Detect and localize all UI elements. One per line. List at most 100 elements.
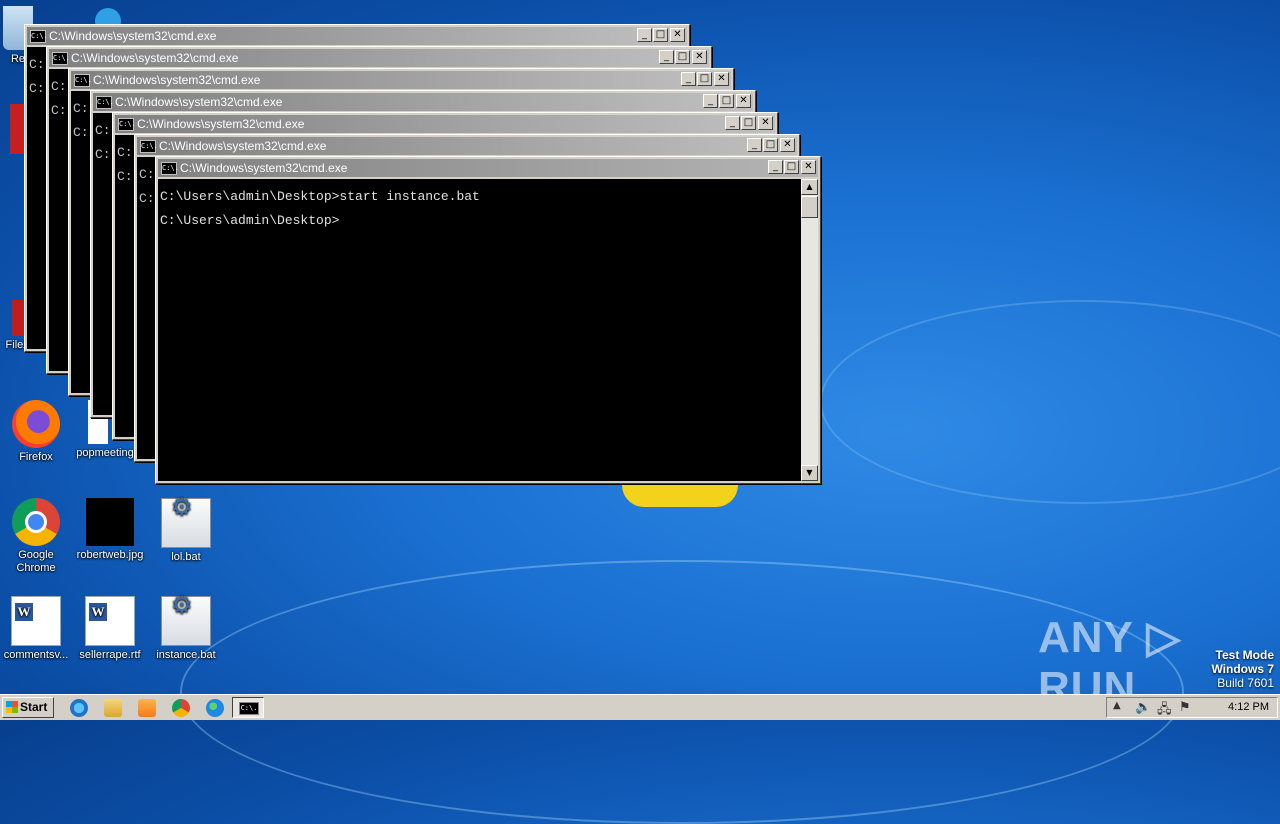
minimize-button[interactable]: _: [637, 28, 652, 42]
test-mode-line: Windows 7: [1211, 662, 1274, 676]
console-line: C:: [117, 145, 133, 160]
internet-explorer-icon[interactable]: [70, 699, 88, 717]
console-line: C:: [73, 125, 89, 140]
desktop-icon-instance-bat[interactable]: instance.bat: [149, 596, 223, 662]
show-hidden-icons-icon[interactable]: ▲: [1113, 700, 1121, 711]
window-titlebar[interactable]: C:\.C:\Windows\system32\cmd.exe _ □ ✕: [137, 137, 797, 155]
window-title: C:\Windows\system32\cmd.exe: [137, 117, 305, 131]
chrome-taskbar-icon[interactable]: [172, 699, 190, 717]
window-titlebar[interactable]: C:\.C:\Windows\system32\cmd.exe _ □ ✕: [115, 115, 775, 133]
word-document-icon: [85, 596, 135, 646]
maximize-button[interactable]: □: [784, 160, 799, 174]
start-button[interactable]: Start: [2, 697, 54, 718]
desktop-icon-label: Re: [10, 53, 26, 65]
scroll-thumb[interactable]: [801, 196, 818, 218]
maximize-button[interactable]: □: [653, 28, 668, 42]
close-button[interactable]: ✕: [801, 160, 816, 174]
scroll-up-button[interactable]: ▲: [801, 179, 818, 195]
minimize-button[interactable]: _: [703, 94, 718, 108]
test-mode-notice: Test Mode Windows 7 Build 7601: [1211, 648, 1274, 690]
close-button[interactable]: ✕: [758, 116, 773, 130]
console-line: C:: [139, 191, 155, 206]
desktop-icon-label: Firefox: [19, 451, 53, 463]
desktop-icon-label: robertweb.jpg: [76, 549, 144, 561]
desktop-icon-label: lol.bat: [171, 551, 201, 563]
wallpaper-flower: [622, 485, 738, 507]
window-titlebar[interactable]: C:\.C:\Windows\system32\cmd.exe _ □ ✕: [49, 49, 709, 67]
vertical-scrollbar[interactable]: ▲ ▼: [801, 179, 818, 481]
window-title: C:\Windows\system32\cmd.exe: [159, 139, 327, 153]
maximize-button[interactable]: □: [719, 94, 734, 108]
test-mode-line: Build 7601: [1217, 676, 1274, 690]
desktop-icon-commentsv[interactable]: commentsv...: [0, 596, 73, 662]
console-area[interactable]: C:\Users\admin\Desktop>start instance.ba…: [158, 179, 818, 481]
batch-file-icon: [161, 498, 211, 548]
window-title: C:\Windows\system32\cmd.exe: [49, 29, 217, 43]
desktop-icon-label: commentsv...: [3, 649, 69, 661]
cmd-taskbar-button[interactable]: C:\.: [232, 697, 264, 718]
cmd-icon: C:\.: [96, 96, 114, 109]
console-line: C:: [29, 57, 45, 72]
maximize-button[interactable]: □: [697, 72, 712, 86]
image-icon: [86, 498, 134, 546]
window-titlebar[interactable]: C:\.C:\Windows\system32\cmd.exe _ □ ✕: [158, 159, 818, 177]
maximize-button[interactable]: □: [763, 138, 778, 152]
close-button[interactable]: ✕: [692, 50, 707, 64]
start-label: Start: [20, 700, 48, 714]
window-title: C:\Windows\system32\cmd.exe: [71, 51, 239, 65]
console-line: C:\Users\admin\Desktop>start instance.ba…: [160, 189, 480, 204]
cmd-icon: C:\.: [161, 162, 179, 175]
console-line: C:: [29, 81, 45, 96]
minimize-button[interactable]: _: [725, 116, 740, 130]
desktop-icon-label: popmeeting: [76, 447, 134, 459]
minimize-button[interactable]: _: [747, 138, 762, 152]
close-button[interactable]: ✕: [714, 72, 729, 86]
media-player-icon[interactable]: [138, 699, 156, 717]
firefox-icon: [12, 400, 60, 448]
scroll-down-button[interactable]: ▼: [801, 465, 818, 481]
cmd-icon: C:\.: [30, 30, 48, 43]
window-title: C:\Windows\system32\cmd.exe: [180, 161, 348, 175]
close-button[interactable]: ✕: [736, 94, 751, 108]
desktop-icon-robertweb[interactable]: robertweb.jpg: [73, 498, 147, 562]
console-line: C:: [95, 123, 111, 138]
maximize-button[interactable]: □: [675, 50, 690, 64]
cmd-window-active[interactable]: C:\.C:\Windows\system32\cmd.exe _ □ ✕ C:\U…: [155, 156, 821, 484]
cmd-icon: C:\.: [239, 702, 259, 715]
system-tray: ▲ 🔈 🖧 ⚑ 4:12 PM: [1106, 697, 1278, 718]
cmd-icon: C:\.: [140, 140, 158, 153]
desktop-icon-firefox[interactable]: Firefox: [0, 400, 73, 464]
test-mode-line: Test Mode: [1215, 648, 1274, 662]
volume-icon[interactable]: 🔈: [1135, 700, 1151, 715]
console-line: C:: [95, 147, 111, 162]
explorer-folder-icon[interactable]: [104, 699, 122, 717]
console-line: C:: [51, 79, 67, 94]
network-icon[interactable]: 🖧: [1157, 700, 1172, 722]
console-line: C:: [139, 167, 155, 182]
desktop-icon-label: instance.bat: [156, 649, 216, 661]
minimize-button[interactable]: _: [768, 160, 783, 174]
console-line: C:: [117, 169, 133, 184]
batch-file-icon: [161, 596, 211, 646]
clock[interactable]: 4:12 PM: [1228, 701, 1269, 713]
window-titlebar[interactable]: C:\.C:\Windows\system32\cmd.exe _ □ ✕: [93, 93, 753, 111]
close-button[interactable]: ✕: [780, 138, 795, 152]
window-titlebar[interactable]: C:\.C:\Windows\system32\cmd.exe _ □ ✕: [27, 27, 687, 45]
cmd-icon: C:\.: [52, 52, 70, 65]
desktop-icon-chrome[interactable]: Google Chrome: [0, 498, 73, 575]
desktop-icon-lol-bat[interactable]: lol.bat: [149, 498, 223, 564]
window-titlebar[interactable]: C:\.C:\Windows\system32\cmd.exe _ □ ✕: [71, 71, 731, 89]
chrome-icon: [12, 498, 60, 546]
minimize-button[interactable]: _: [659, 50, 674, 64]
desktop-icon-label: sellerrape.rtf: [79, 649, 141, 661]
windows-logo-icon: [6, 701, 18, 713]
close-button[interactable]: ✕: [670, 28, 685, 42]
minimize-button[interactable]: _: [681, 72, 696, 86]
action-center-flag-icon[interactable]: ⚑: [1179, 700, 1191, 715]
edge-taskbar-icon[interactable]: [206, 699, 224, 717]
window-title: C:\Windows\system32\cmd.exe: [115, 95, 283, 109]
desktop-icon-sellerrape[interactable]: sellerrape.rtf: [73, 596, 147, 662]
maximize-button[interactable]: □: [741, 116, 756, 130]
console-line: C:\Users\admin\Desktop>: [160, 213, 340, 228]
taskbar: Start C:\. ▲ 🔈 🖧 ⚑ 4:12 PM: [0, 694, 1280, 720]
